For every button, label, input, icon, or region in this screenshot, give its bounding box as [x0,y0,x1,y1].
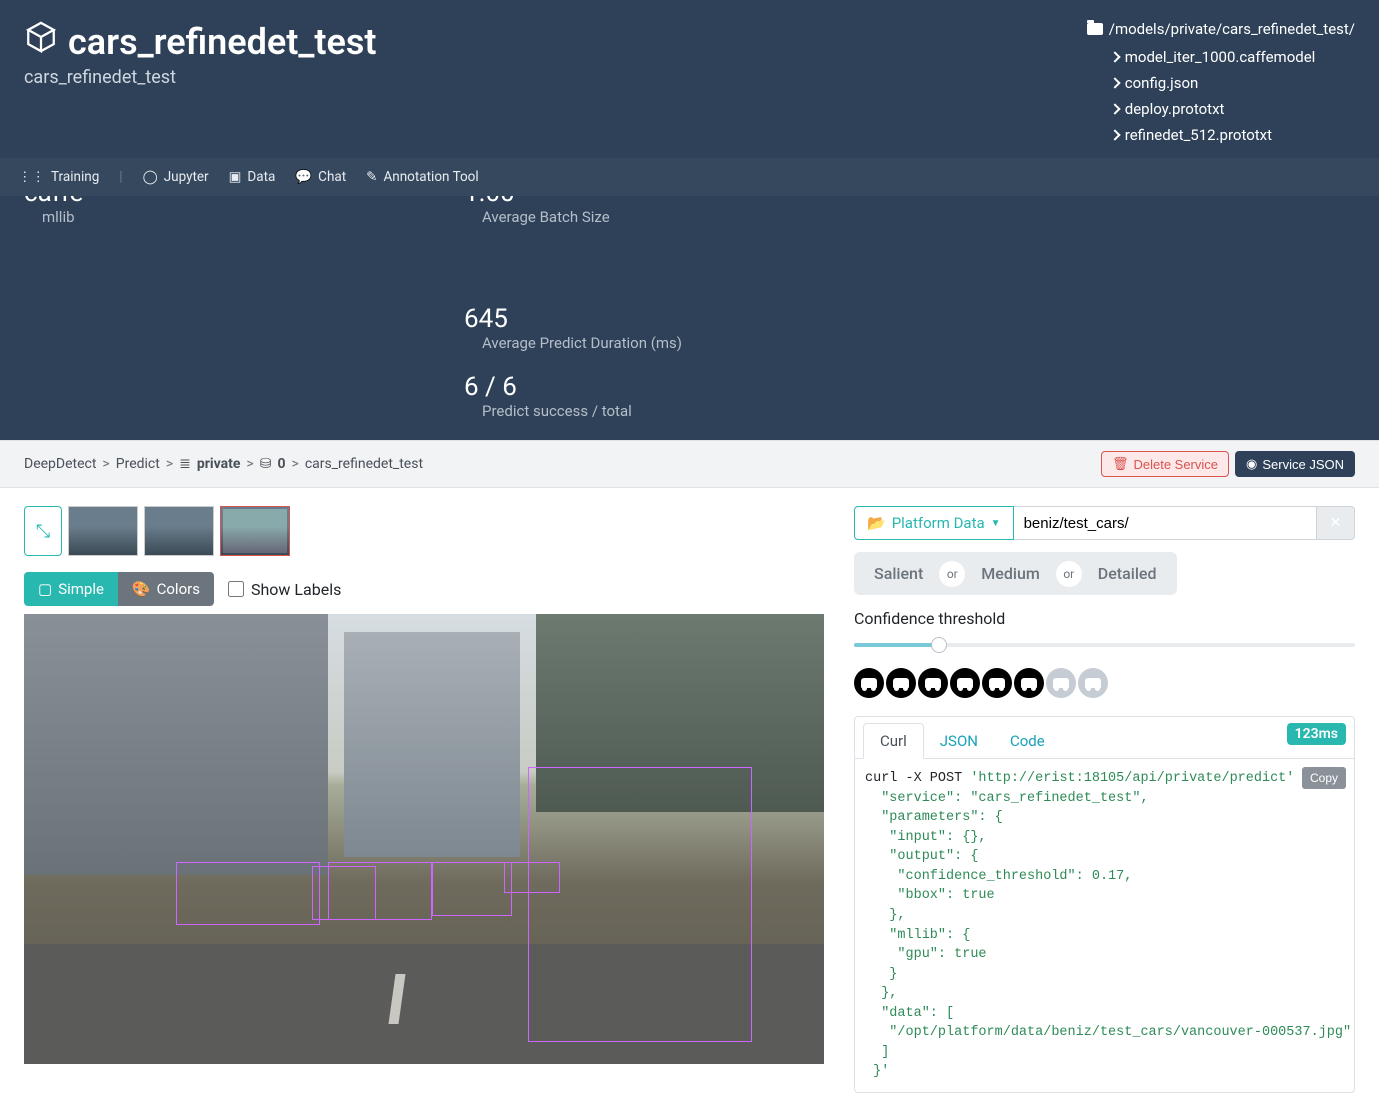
palette-icon: 🎨 [132,580,151,598]
chat-icon: 💬 [295,169,312,185]
detail-medium[interactable]: Medium [967,558,1054,589]
nav-jupyter[interactable]: ◯Jupyter [143,169,209,185]
crumb-zero[interactable]: 0 [277,456,285,472]
detail-salient[interactable]: Salient [860,558,937,589]
nav-annotation[interactable]: ✎Annotation Tool [366,169,479,185]
car-icon [893,678,909,688]
crumb-service: cars_refinedet_test [305,456,423,472]
save-icon: ▣ [229,169,242,185]
page-title: cars_refinedet_test [24,20,376,63]
disk-icon: ⛁ [260,456,272,472]
thumbnail[interactable] [68,506,138,556]
crumb-root[interactable]: DeepDetect [24,456,96,472]
confidence-slider[interactable] [854,636,1355,654]
tab-curl[interactable]: Curl [863,723,924,759]
nav-chat[interactable]: 💬Chat [295,169,346,185]
chevron-right-icon [1109,103,1120,114]
edit-icon: ✎ [366,169,377,185]
class-chip-disabled[interactable] [1046,668,1076,698]
tab-code[interactable]: Code [994,724,1061,758]
nav-training[interactable]: ⋮⋮Training [18,169,99,185]
chevron-right-icon [1109,129,1120,140]
grid-icon: ⋮⋮ [18,169,45,185]
breadcrumb: DeepDetect> Predict> ≣private> ⛁0> cars_… [24,456,423,472]
caret-down-icon: ▼ [991,518,1001,529]
car-icon [1053,678,1069,688]
detection-bbox [528,767,752,1042]
clear-path-button[interactable]: ✕ [1317,506,1355,540]
car-icon [989,678,1005,688]
class-chip[interactable] [886,668,916,698]
class-chip[interactable] [918,668,948,698]
show-labels-checkbox[interactable]: Show Labels [228,580,341,599]
view-colors[interactable]: 🎨Colors [118,572,214,606]
tab-json[interactable]: JSON [924,724,994,758]
folder-open-icon: 📂 [867,514,886,532]
class-chip[interactable] [950,668,980,698]
detection-bbox [432,862,512,916]
car-icon [925,678,941,688]
refresh-icon: ◯ [143,169,158,185]
preview-image [24,614,824,1064]
car-icon [1085,678,1101,688]
car-icon [1021,678,1037,688]
detail-detailed[interactable]: Detailed [1084,558,1171,589]
metric-predict-duration: 645 Average Predict Duration (ms) [464,304,682,352]
close-icon: ✕ [1330,515,1342,531]
time-badge: 123ms [1287,723,1346,745]
detail-level-segment: Salient or Medium or Detailed [854,552,1177,595]
class-chip[interactable] [982,668,1012,698]
nav-data[interactable]: ▣Data [229,169,276,185]
stack-icon: ≣ [179,456,191,472]
class-chips [854,668,1355,698]
platform-path-input[interactable] [1014,506,1317,540]
cube-icon [24,20,58,63]
slider-thumb[interactable] [931,637,947,653]
metric-predict-success: 6 / 6 Predict success / total [464,372,682,420]
model-file[interactable]: model_iter_1000.caffemodel [1111,44,1355,70]
curl-code: Copycurl -X POST 'http://erist:18105/api… [855,759,1354,1092]
crumb-private[interactable]: private [197,456,240,472]
circle-arrow-icon: ◉ [1246,456,1257,472]
confidence-label: Confidence threshold [854,609,1355,628]
delete-service-button[interactable]: 🗑Delete Service [1101,451,1229,477]
service-json-button[interactable]: ◉Service JSON [1235,451,1355,477]
navbar: ⋮⋮Training | ◯Jupyter ▣Data 💬Chat ✎Annot… [0,158,1379,196]
model-file[interactable]: refinedet_512.prototxt [1111,122,1355,148]
model-file[interactable]: deploy.prototxt [1111,96,1355,122]
shuffle-icon: ⤡ [36,521,50,542]
trash-icon: 🗑 [1112,456,1129,472]
shuffle-button[interactable]: ⤡ [24,506,62,556]
or-divider: or [939,561,965,587]
view-mode-segment: ▢Simple 🎨Colors [24,572,214,606]
view-simple[interactable]: ▢Simple [24,572,118,606]
model-file[interactable]: config.json [1111,70,1355,96]
crumb-predict[interactable]: Predict [116,456,160,472]
platform-data-dropdown[interactable]: 📂 Platform Data ▼ [854,506,1014,540]
thumbnail[interactable] [144,506,214,556]
car-icon [861,678,877,688]
detection-bbox [176,862,320,925]
chevron-right-icon [1109,77,1120,88]
square-icon: ▢ [38,580,52,598]
detection-bbox [328,862,432,921]
copy-button[interactable]: Copy [1302,767,1346,789]
or-divider: or [1056,561,1082,587]
show-labels-input[interactable] [228,581,244,597]
thumbnail-selected[interactable] [220,506,290,556]
chevron-right-icon [1109,51,1120,62]
class-chip[interactable] [1014,668,1044,698]
folder-icon [1087,23,1103,35]
page-subtitle: cars_refinedet_test [24,67,376,88]
class-chip[interactable] [854,668,884,698]
model-dir: /models/private/cars_refinedet_test/ [1087,20,1355,38]
class-chip-disabled[interactable] [1078,668,1108,698]
car-icon [957,678,973,688]
